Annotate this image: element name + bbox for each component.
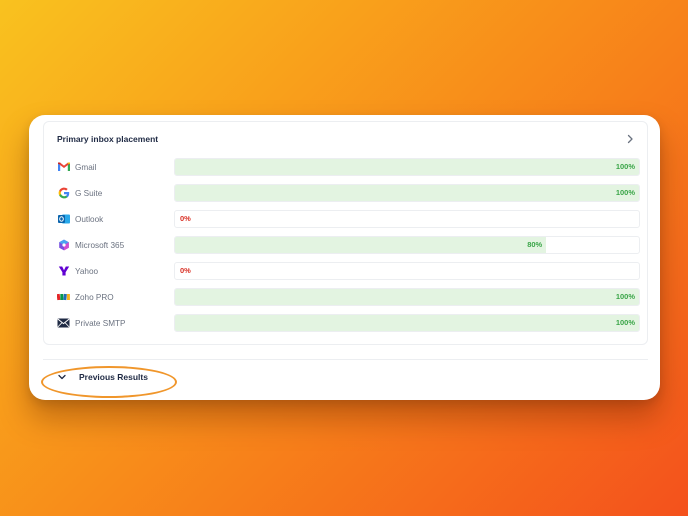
yahoo-icon — [57, 265, 70, 278]
placement-bar: 100% — [174, 288, 640, 306]
placement-bar: 100% — [174, 314, 640, 332]
envelope-icon — [57, 317, 70, 330]
panel-title: Primary inbox placement — [57, 134, 159, 144]
provider-row-microsoft-365: Microsoft 365 80% — [57, 236, 640, 254]
placement-bar-fill — [175, 315, 639, 331]
placement-bar: 80% — [174, 236, 640, 254]
provider-label: Private SMTP — [75, 318, 126, 328]
provider-row-gmail: Gmail 100% — [57, 158, 640, 176]
provider-row-zoho-pro: Zoho PRO 100% — [57, 288, 640, 306]
provider-label: Outlook — [75, 214, 104, 224]
placement-bar-fill — [175, 289, 639, 305]
placement-bar: 100% — [174, 158, 640, 176]
microsoft-365-icon — [57, 239, 70, 252]
placement-percent: 100% — [615, 318, 635, 327]
placement-percent: 80% — [527, 240, 543, 249]
provider-label: Gmail — [75, 162, 97, 172]
placement-bar-fill — [175, 185, 639, 201]
placement-percent: 100% — [615, 292, 635, 301]
zoho-icon — [57, 291, 70, 304]
chevron-right-icon[interactable] — [625, 134, 635, 144]
inbox-placement-card: Primary inbox placement Gmail 100% G Sui… — [29, 115, 660, 400]
inbox-placement-panel: Primary inbox placement Gmail 100% G Sui… — [43, 121, 648, 345]
provider-row-private-smtp: Private SMTP 100% — [57, 314, 640, 332]
placement-bar-fill — [175, 159, 639, 175]
gmail-icon — [57, 161, 70, 174]
provider-row-g-suite: G Suite 100% — [57, 184, 640, 202]
placement-bar: 100% — [174, 184, 640, 202]
provider-label: Microsoft 365 — [75, 240, 125, 250]
previous-results-toggle[interactable]: Previous Results — [43, 366, 148, 388]
provider-row-outlook: Outlook 0% — [57, 210, 640, 228]
placement-percent: 0% — [180, 266, 191, 275]
provider-row-yahoo: Yahoo 0% — [57, 262, 640, 280]
placement-bar: 0% — [174, 210, 640, 228]
provider-label: Zoho PRO — [75, 292, 114, 302]
placement-bar-fill — [175, 237, 547, 253]
previous-results-label: Previous Results — [79, 372, 148, 382]
placement-percent: 100% — [615, 188, 635, 197]
outlook-icon — [57, 213, 70, 226]
provider-label: G Suite — [75, 188, 103, 198]
google-icon — [57, 187, 70, 200]
placement-bar: 0% — [174, 262, 640, 280]
provider-label: Yahoo — [75, 266, 99, 276]
chevron-down-icon — [58, 374, 66, 380]
placement-percent: 0% — [180, 214, 191, 223]
previous-results-section: Previous Results — [43, 359, 648, 393]
placement-percent: 100% — [615, 162, 635, 171]
